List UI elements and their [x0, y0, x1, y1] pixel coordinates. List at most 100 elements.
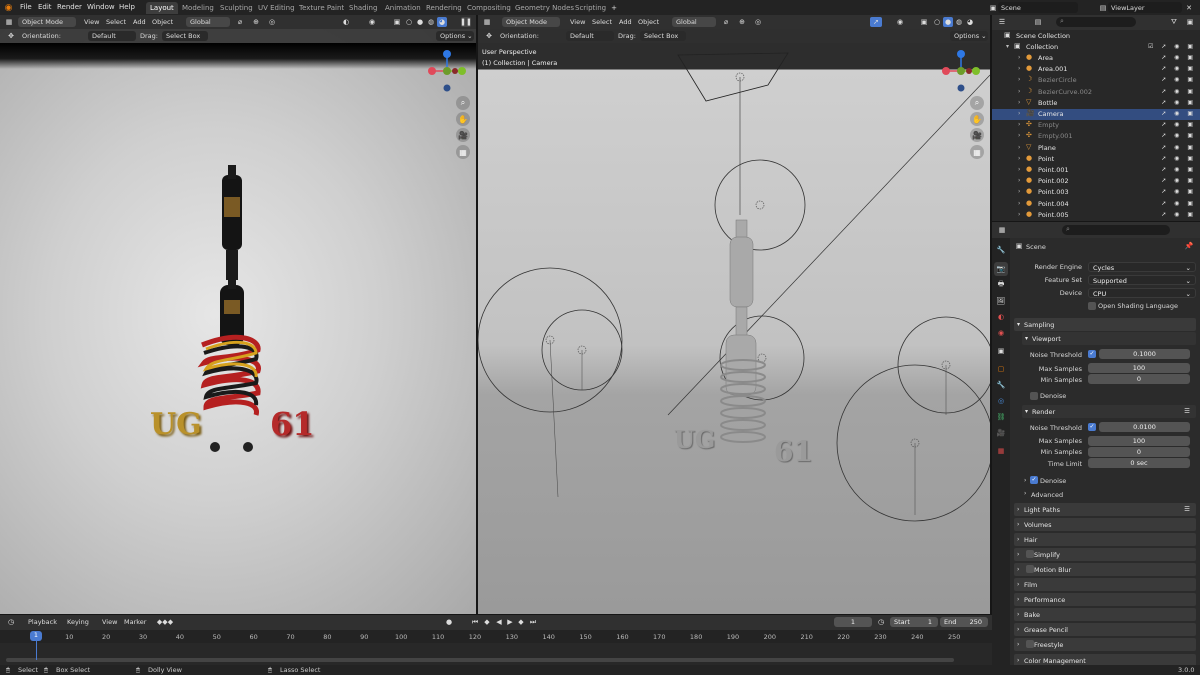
expand-icon[interactable]: › [1018, 99, 1020, 106]
menu-object[interactable]: Object [638, 18, 659, 26]
menu-select[interactable]: Select [106, 18, 126, 26]
expand-icon[interactable]: › [1018, 155, 1020, 162]
tab-constraints-icon[interactable]: ⛓ [994, 410, 1008, 424]
play-reverse-icon[interactable]: ◀ [494, 617, 504, 627]
tab-layout[interactable]: Layout [146, 2, 178, 14]
shading-wireframe-icon[interactable]: ○ [932, 17, 942, 27]
xray-icon[interactable]: ▣ [918, 17, 930, 27]
grid-icon[interactable]: ▦ [456, 145, 470, 159]
visibility-toggles[interactable]: ➚ ◉ ▣ [1161, 54, 1196, 61]
panel-grease-pencil[interactable]: › Grease Pencil [1014, 623, 1196, 637]
visibility-toggles[interactable]: ➚ ◉ ▣ [1161, 99, 1196, 106]
visibility-toggles[interactable]: ➚ ◉ ▣ [1161, 132, 1196, 139]
panel-bake[interactable]: › Bake [1014, 608, 1196, 622]
overlay-icon[interactable]: ◉ [894, 17, 906, 27]
r-denoise-expand[interactable]: › [1024, 477, 1026, 484]
camera-view-icon[interactable]: 🎥 [970, 128, 984, 142]
visibility-toggles[interactable]: ➚ ◉ ▣ [1161, 76, 1196, 83]
panel-simplify[interactable]: › Simplify [1014, 548, 1196, 562]
menu-render[interactable]: Render [57, 3, 82, 11]
r-min-samples-field[interactable]: 0 [1088, 447, 1190, 457]
transform-orientation-dropdown[interactable]: Global [186, 17, 230, 27]
menu-view[interactable]: View [570, 18, 585, 26]
close-icon[interactable]: ✕ [1184, 2, 1194, 13]
menu-object[interactable]: Object [152, 18, 173, 26]
visibility-toggles[interactable]: ➚ ◉ ▣ [1161, 200, 1196, 207]
xray-icon[interactable]: ▣ [391, 17, 403, 27]
shading-material-icon[interactable]: ◍ [954, 17, 964, 27]
proportional-icon[interactable]: ◎ [752, 17, 764, 27]
tab-output-icon[interactable]: 🖶 [994, 278, 1008, 292]
visibility-icon[interactable]: ◐ [340, 17, 352, 27]
expand-icon[interactable]: › [1018, 177, 1020, 184]
jump-end-icon[interactable]: ⏭ [528, 617, 538, 627]
end-frame-field[interactable]: End 250 [940, 617, 988, 627]
time-limit-field[interactable]: 0 sec [1088, 458, 1190, 468]
visibility-toggles[interactable]: ➚ ◉ ▣ [1161, 110, 1196, 117]
shading-rendered-icon[interactable]: ◕ [437, 17, 447, 27]
outliner-item[interactable]: › ● Point.003 ➚ ◉ ▣ [992, 187, 1200, 198]
start-frame-field[interactable]: Start 1 [890, 617, 938, 627]
tab-texture-icon[interactable]: ▦ [994, 444, 1008, 458]
menu-file[interactable]: File [20, 3, 32, 11]
tab-view-layer-icon[interactable]: 🖼 [994, 294, 1008, 308]
shading-material-icon[interactable]: ◍ [426, 17, 436, 27]
vp-noise-threshold-checkbox[interactable]: ✓ [1088, 350, 1096, 358]
properties-editor-icon[interactable]: ▦ [996, 225, 1008, 235]
drag-dropdown[interactable]: Select Box [162, 31, 208, 41]
menu-keying[interactable]: Keying [67, 618, 89, 626]
tab-render-icon[interactable]: 📷 [994, 262, 1008, 276]
shading-solid-icon[interactable]: ● [943, 17, 953, 27]
menu-add[interactable]: Add [619, 18, 632, 26]
shading-rendered-icon[interactable]: ◕ [965, 17, 975, 27]
r-noise-threshold-field[interactable]: 0.0100 [1099, 422, 1190, 432]
blender-logo-icon[interactable]: ◉ [3, 2, 14, 13]
outliner-item[interactable]: › ✣ Empty.001 ➚ ◉ ▣ [992, 131, 1200, 142]
tab-uv-editing[interactable]: UV Editing [254, 2, 299, 14]
snap-icon[interactable]: ⊕ [250, 17, 262, 27]
pin-icon[interactable]: 📌 [1184, 241, 1194, 251]
properties-search-input[interactable]: ⌕ [1062, 225, 1170, 235]
clock-icon[interactable]: ◷ [876, 617, 886, 627]
expand-icon[interactable]: › [1018, 200, 1020, 207]
advanced-label[interactable]: Advanced [1031, 491, 1063, 499]
menu-view[interactable]: View [84, 18, 99, 26]
outliner-search-input[interactable]: ⌕ [1056, 17, 1136, 27]
overlay-icon[interactable]: ◉ [366, 17, 378, 27]
menu-add[interactable]: Add [133, 18, 146, 26]
expand-icon[interactable]: › [1018, 76, 1020, 83]
keyframe-icons[interactable]: ◆◆◆ [154, 617, 176, 627]
menu-playback[interactable]: Playback [28, 618, 57, 626]
nav-gizmo-right[interactable] [938, 48, 984, 94]
viewport-left[interactable]: UG 61 [0, 15, 476, 614]
outliner-item[interactable]: › ● Area.001 ➚ ◉ ▣ [992, 64, 1200, 75]
outliner-item[interactable]: › ☽ BezierCurve.002 ➚ ◉ ▣ [992, 87, 1200, 98]
move-icon[interactable]: ✥ [484, 31, 494, 41]
zoom-icon[interactable]: ⌕ [970, 96, 984, 110]
tab-modifiers-icon[interactable]: 🔧 [994, 378, 1008, 392]
outliner-item[interactable]: › ▽ Plane ➚ ◉ ▣ [992, 143, 1200, 154]
filter-icon[interactable]: ⛛ [1168, 17, 1180, 27]
tab-world-icon[interactable]: ◉ [994, 326, 1008, 340]
drag-dropdown[interactable]: Select Box [640, 31, 686, 41]
move-icon[interactable]: ✥ [6, 31, 16, 41]
expand-icon[interactable]: › [1018, 54, 1020, 61]
tab-object-icon[interactable]: ▢ [994, 362, 1008, 376]
visibility-toggles[interactable]: ➚ ◉ ▣ [1161, 121, 1196, 128]
view-layer-icon[interactable]: ▤ [1098, 2, 1108, 13]
expand-icon[interactable]: › [1018, 166, 1020, 173]
menu-select[interactable]: Select [592, 18, 612, 26]
osl-checkbox[interactable] [1088, 302, 1096, 310]
pan-hand-icon[interactable]: ✋ [456, 112, 470, 126]
menu-marker[interactable]: Marker [124, 618, 146, 626]
tab-sculpting[interactable]: Sculpting [216, 2, 257, 14]
tab-scripting[interactable]: Scripting [571, 2, 610, 14]
prev-key-icon[interactable]: ◆ [482, 617, 492, 627]
panel-hair[interactable]: › Hair [1014, 533, 1196, 547]
outliner-item[interactable]: › ● Area ➚ ◉ ▣ [992, 53, 1200, 64]
orientation-dropdown[interactable]: Default [88, 31, 136, 41]
visibility-toggles[interactable]: ➚ ◉ ▣ [1161, 188, 1196, 195]
editor-type-icon[interactable]: ▦ [3, 17, 15, 27]
next-key-icon[interactable]: ◆ [516, 617, 526, 627]
visibility-toggles[interactable]: ➚ ◉ ▣ [1161, 166, 1196, 173]
